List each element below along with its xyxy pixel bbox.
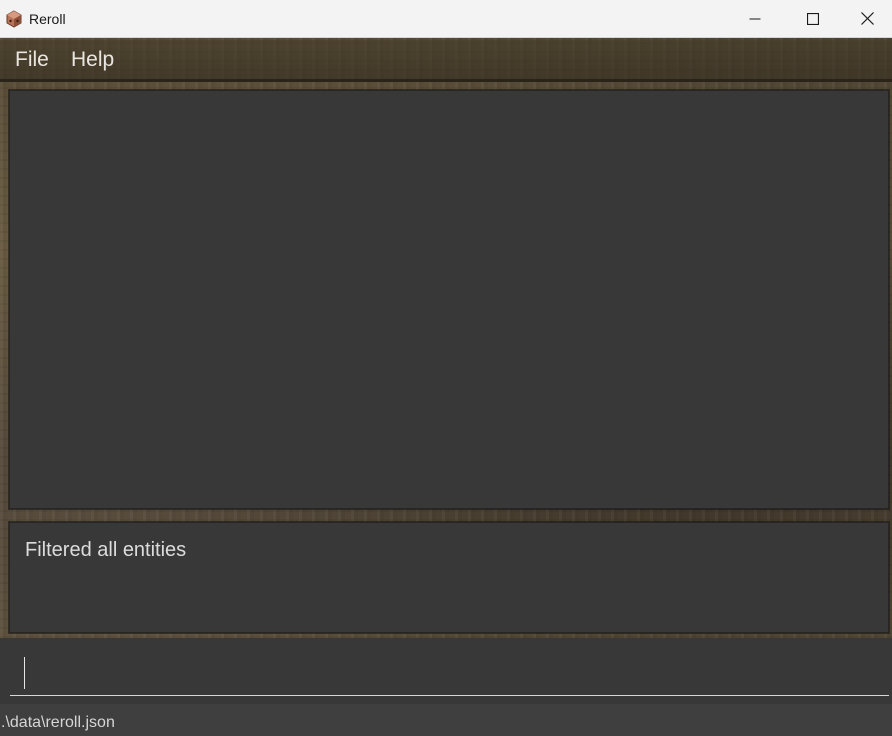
result-display-panel: Filtered all entities [9,522,889,633]
text-caret [24,657,25,689]
minimize-button[interactable] [726,0,784,37]
dice-app-icon [6,10,22,28]
close-icon [860,12,874,25]
window-title: Reroll [29,11,66,27]
minimize-icon [749,18,761,19]
entity-list-panel[interactable] [9,90,889,509]
menu-bar: File Help [0,40,892,82]
maximize-icon [807,12,819,25]
menu-file[interactable]: File [13,48,51,72]
app-window: Reroll File Help Filtered all entities .… [0,0,892,736]
menu-help[interactable]: Help [69,48,116,72]
command-box [0,638,892,704]
maximize-button[interactable] [784,0,842,37]
result-message: Filtered all entities [25,539,187,561]
save-file-path: .\data\reroll.json [1,714,115,731]
close-button[interactable] [842,0,892,37]
command-input[interactable] [10,644,889,696]
title-bar[interactable]: Reroll [0,0,892,38]
status-bar: .\data\reroll.json [0,704,892,736]
